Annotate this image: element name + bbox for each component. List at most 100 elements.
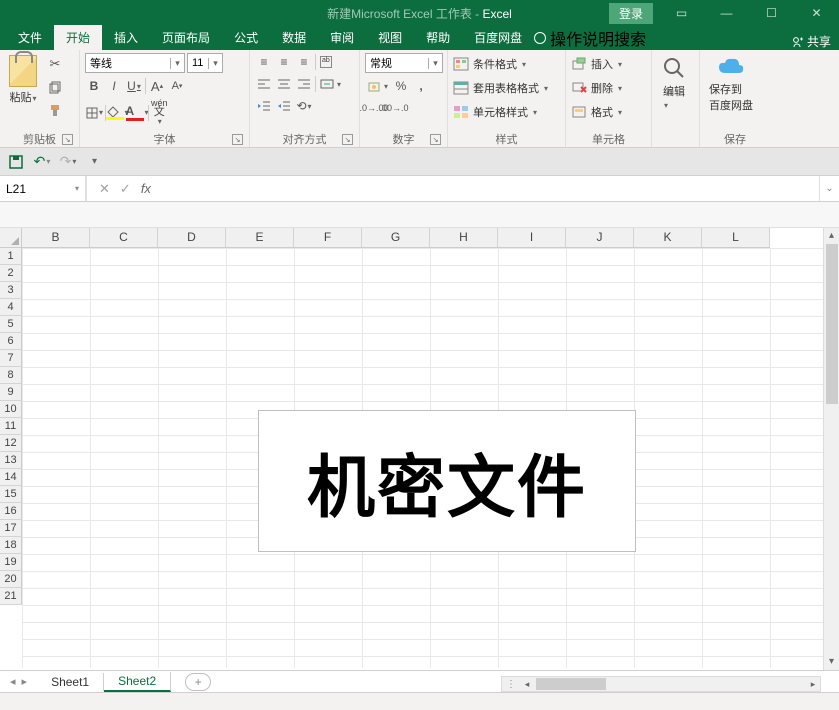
sheet-tab[interactable]: Sheet2 (104, 672, 171, 692)
align-left-icon[interactable] (255, 75, 273, 93)
col-header[interactable]: C (90, 228, 158, 247)
col-header[interactable]: G (362, 228, 430, 247)
increase-font-icon[interactable]: A▴ (148, 77, 166, 95)
col-header[interactable]: J (566, 228, 634, 247)
row-header[interactable]: 18 (0, 537, 22, 554)
share-button[interactable]: 共享 (792, 33, 831, 50)
row-header[interactable]: 20 (0, 571, 22, 588)
name-box[interactable]: L21▾ (0, 176, 86, 201)
save-icon[interactable] (6, 152, 26, 172)
tell-me[interactable]: 操作说明搜索 (534, 26, 646, 50)
borders-button[interactable]: ▾ (85, 104, 103, 122)
row-header[interactable]: 9 (0, 384, 22, 401)
row-header[interactable]: 16 (0, 503, 22, 520)
decrease-decimal-icon[interactable]: .00→.0 (385, 99, 403, 117)
tab-help[interactable]: 帮助 (414, 25, 462, 50)
row-header[interactable]: 10 (0, 401, 22, 418)
row-header[interactable]: 2 (0, 265, 22, 282)
row-header[interactable]: 1 (0, 248, 22, 265)
col-header[interactable]: F (294, 228, 362, 247)
insert-button[interactable]: 插入▾ (571, 53, 622, 75)
format-as-table-button[interactable]: 套用表格格式▾ (453, 77, 548, 99)
row-header[interactable]: 21 (0, 588, 22, 605)
row-header[interactable]: 4 (0, 299, 22, 316)
align-top-icon[interactable]: ≡ (255, 53, 273, 71)
row-header[interactable]: 6 (0, 333, 22, 350)
minimize-icon[interactable]: — (704, 0, 749, 26)
scroll-thumb[interactable] (536, 678, 606, 690)
fx-icon[interactable]: fx (141, 181, 151, 196)
cancel-icon[interactable]: ✕ (99, 181, 110, 197)
clipboard-dialog-icon[interactable]: ↘ (62, 134, 73, 145)
enter-icon[interactable]: ✓ (120, 181, 131, 197)
row-header[interactable]: 12 (0, 435, 22, 452)
format-painter-icon[interactable] (46, 101, 64, 119)
tab-insert[interactable]: 插入 (102, 25, 150, 50)
bold-button[interactable]: B (85, 77, 103, 95)
scroll-thumb[interactable] (826, 244, 838, 404)
col-header[interactable]: H (430, 228, 498, 247)
align-middle-icon[interactable]: ≡ (275, 53, 293, 71)
paste-button[interactable]: 粘贴▾ (5, 53, 41, 107)
col-header[interactable]: L (702, 228, 770, 247)
ribbon-display-icon[interactable]: ▭ (659, 0, 704, 26)
percent-button[interactable]: % (392, 77, 410, 95)
delete-button[interactable]: 删除▾ (571, 77, 622, 99)
conditional-format-button[interactable]: 条件格式▾ (453, 53, 526, 75)
scroll-down-icon[interactable]: ▾ (824, 654, 839, 670)
orientation-icon[interactable]: ⟲▾ (295, 97, 313, 115)
vertical-scrollbar[interactable]: ▴ ▾ (823, 228, 839, 670)
sheet-nav-next-icon[interactable]: ▸ (22, 675, 28, 688)
tab-baidu[interactable]: 百度网盘 (462, 25, 534, 50)
increase-indent-icon[interactable] (275, 97, 293, 115)
row-header[interactable]: 11 (0, 418, 22, 435)
row-header[interactable]: 7 (0, 350, 22, 367)
save-to-baidu-button[interactable]: 保存到百度网盘 (705, 53, 757, 115)
wrap-text-button[interactable]: ab (318, 53, 334, 71)
phonetic-button[interactable]: wén文▾ (151, 99, 168, 126)
row-header[interactable]: 5 (0, 316, 22, 333)
col-header[interactable]: D (158, 228, 226, 247)
number-format-select[interactable]: 常规▾ (365, 53, 443, 73)
row-header[interactable]: 8 (0, 367, 22, 384)
col-header[interactable]: B (22, 228, 90, 247)
align-right-icon[interactable] (295, 75, 313, 93)
row-header[interactable]: 14 (0, 469, 22, 486)
qat-customize-icon[interactable]: ▾ (84, 152, 104, 172)
scroll-up-icon[interactable]: ▴ (824, 228, 839, 244)
decrease-font-icon[interactable]: A▾ (168, 77, 186, 95)
font-dialog-icon[interactable]: ↘ (232, 134, 243, 145)
merge-button[interactable]: ▾ (318, 75, 343, 93)
horizontal-scrollbar[interactable]: ⋮ ◂ ▸ (501, 676, 821, 692)
tab-view[interactable]: 视图 (366, 25, 414, 50)
underline-button[interactable]: U▾ (125, 77, 143, 95)
col-header[interactable]: I (498, 228, 566, 247)
close-icon[interactable]: ✕ (794, 0, 839, 26)
number-dialog-icon[interactable]: ↘ (430, 134, 441, 145)
align-bottom-icon[interactable]: ≡ (295, 53, 313, 71)
col-header[interactable]: K (634, 228, 702, 247)
row-header[interactable]: 15 (0, 486, 22, 503)
editing-button[interactable]: 编辑▾ (657, 53, 691, 113)
maximize-icon[interactable]: ☐ (749, 0, 794, 26)
align-dialog-icon[interactable]: ↘ (342, 134, 353, 145)
col-header[interactable]: E (226, 228, 294, 247)
tab-file[interactable]: 文件 (6, 25, 54, 50)
login-button[interactable]: 登录 (609, 3, 653, 24)
format-button[interactable]: 格式▾ (571, 101, 622, 123)
cut-icon[interactable]: ✂ (46, 55, 64, 73)
decrease-indent-icon[interactable] (255, 97, 273, 115)
font-color-button[interactable]: A▾ (128, 104, 146, 122)
add-sheet-icon[interactable]: + (185, 673, 211, 691)
tab-home[interactable]: 开始 (54, 25, 102, 50)
row-header[interactable]: 13 (0, 452, 22, 469)
row-header[interactable]: 3 (0, 282, 22, 299)
sheet-nav-prev-icon[interactable]: ◂ (10, 675, 16, 688)
tab-review[interactable]: 审阅 (318, 25, 366, 50)
sheet-tab[interactable]: Sheet1 (37, 673, 104, 691)
redo-icon[interactable]: ↷▾ (58, 152, 78, 172)
tab-page-layout[interactable]: 页面布局 (150, 25, 222, 50)
comma-button[interactable]: , (412, 77, 430, 95)
row-header[interactable]: 17 (0, 520, 22, 537)
align-center-icon[interactable] (275, 75, 293, 93)
